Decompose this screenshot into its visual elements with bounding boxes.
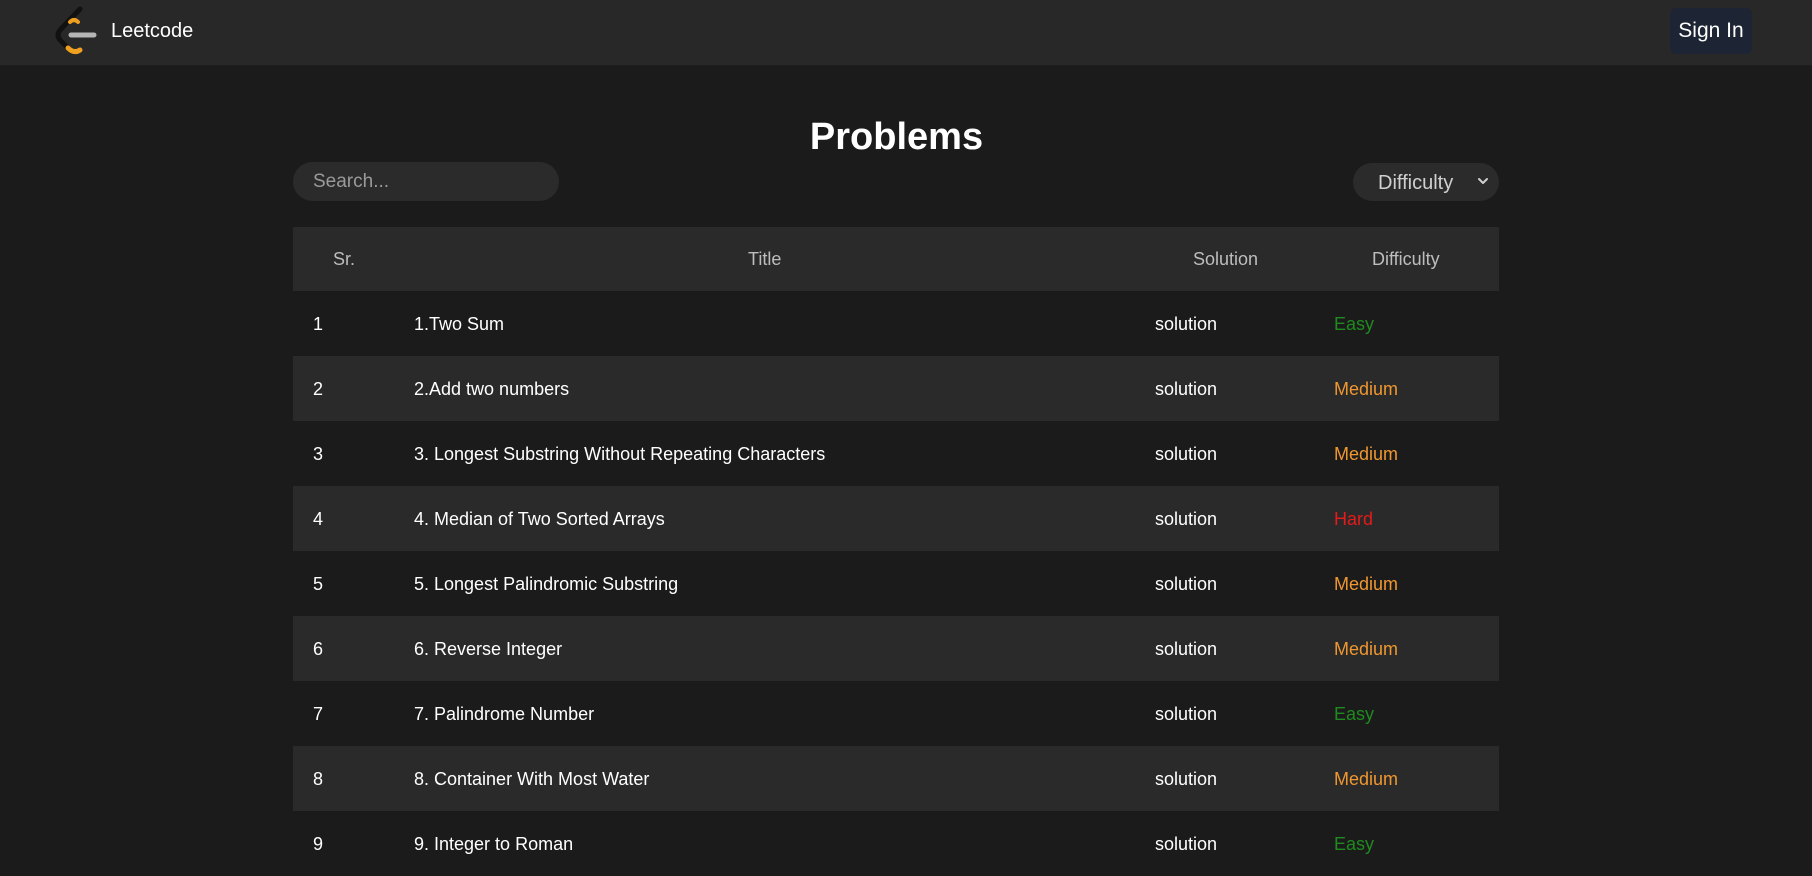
solution-link[interactable]: solution xyxy=(1155,574,1217,595)
chevron-down-icon xyxy=(1478,178,1488,184)
sign-in-button[interactable]: Sign In xyxy=(1670,8,1752,54)
difficulty-filter-label: Difficulty xyxy=(1378,172,1454,194)
problem-title-link[interactable]: 9. Integer to Roman xyxy=(414,834,573,855)
row-sr: 3 xyxy=(313,444,324,464)
problem-title-link[interactable]: 2.Add two numbers xyxy=(414,379,569,400)
solution-link[interactable]: solution xyxy=(1155,704,1217,725)
difficulty-badge: Medium xyxy=(1334,379,1399,399)
problem-title-link[interactable]: 1.Two Sum xyxy=(414,314,504,335)
navbar: Leetcode Sign In xyxy=(0,0,1812,66)
row-sr: 7 xyxy=(313,704,324,724)
table-row: 7 7. Palindrome Number solution Easy xyxy=(293,681,1499,746)
brand-name[interactable]: Leetcode xyxy=(111,20,193,43)
problem-title-link[interactable]: 7. Palindrome Number xyxy=(414,704,594,725)
table-row: 2 2.Add two numbers solution Medium xyxy=(293,356,1499,421)
header-solution: Solution xyxy=(1193,249,1259,269)
search-input[interactable] xyxy=(293,162,559,201)
solution-link[interactable]: solution xyxy=(1155,509,1217,530)
problem-title-link[interactable]: 4. Median of Two Sorted Arrays xyxy=(414,509,665,530)
solution-link[interactable]: solution xyxy=(1155,769,1217,790)
problem-title-link[interactable]: 5. Longest Palindromic Substring xyxy=(414,574,678,595)
row-sr: 6 xyxy=(313,639,324,659)
difficulty-badge: Hard xyxy=(1334,509,1374,529)
leetcode-logo[interactable] xyxy=(52,6,100,58)
row-sr: 2 xyxy=(313,379,324,399)
row-sr: 9 xyxy=(313,834,324,854)
solution-link[interactable]: solution xyxy=(1155,314,1217,335)
solution-link[interactable]: solution xyxy=(1155,639,1217,660)
difficulty-badge: Easy xyxy=(1334,314,1375,334)
difficulty-badge: Medium xyxy=(1334,769,1399,789)
difficulty-badge: Medium xyxy=(1334,444,1399,464)
table-row: 1 1.Two Sum solution Easy xyxy=(293,291,1499,356)
difficulty-badge: Easy xyxy=(1334,704,1375,724)
difficulty-filter-select[interactable]: Difficulty xyxy=(1353,163,1499,201)
header-sr: Sr. xyxy=(333,249,356,269)
difficulty-badge: Easy xyxy=(1334,834,1375,854)
page-title: Problems xyxy=(809,116,984,158)
difficulty-badge: Medium xyxy=(1334,574,1399,594)
problem-title-link[interactable]: 3. Longest Substring Without Repeating C… xyxy=(414,444,825,465)
table-row: 6 6. Reverse Integer solution Medium xyxy=(293,616,1499,681)
table-row: 5 5. Longest Palindromic Substring solut… xyxy=(293,551,1499,616)
problems-table: Sr. Title Solution Difficulty 1 1.Two Su… xyxy=(293,227,1499,876)
table-row: 9 9. Integer to Roman solution Easy xyxy=(293,811,1499,876)
table-row: 3 3. Longest Substring Without Repeating… xyxy=(293,421,1499,486)
row-sr: 8 xyxy=(313,769,324,789)
problem-title-link[interactable]: 6. Reverse Integer xyxy=(414,639,562,660)
solution-link[interactable]: solution xyxy=(1155,379,1217,400)
table-header: Sr. Title Solution Difficulty xyxy=(293,227,1499,291)
solution-link[interactable]: solution xyxy=(1155,834,1217,855)
row-sr: 4 xyxy=(313,509,324,529)
table-row: 4 4. Median of Two Sorted Arrays solutio… xyxy=(293,486,1499,551)
header-title: Title xyxy=(748,249,782,269)
table-row: 8 8. Container With Most Water solution … xyxy=(293,746,1499,811)
row-sr: 1 xyxy=(313,314,324,334)
header-difficulty: Difficulty xyxy=(1372,249,1440,269)
difficulty-badge: Medium xyxy=(1334,639,1399,659)
solution-link[interactable]: solution xyxy=(1155,444,1217,465)
row-sr: 5 xyxy=(313,574,324,594)
problem-title-link[interactable]: 8. Container With Most Water xyxy=(414,769,649,790)
